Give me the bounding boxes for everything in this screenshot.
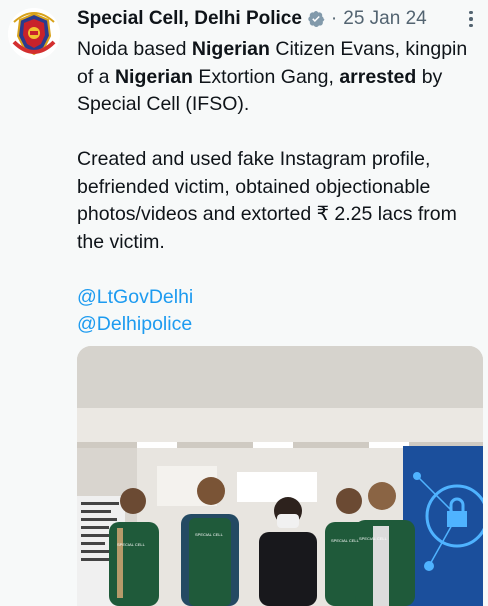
tweet-paragraph-2: Created and used fake Instagram profile,…	[77, 148, 457, 253]
tweet-text: Noida based Nigerian Citizen Evans, king…	[77, 36, 477, 339]
tweet-paragraph-1: Noida based Nigerian Citizen Evans, king…	[77, 38, 468, 115]
tweet-header: Special Cell, Delhi Police · 25 Jan 24	[77, 8, 480, 30]
verified-badge-icon[interactable]	[307, 10, 325, 28]
vest-label-3: SPECIAL CELL	[331, 538, 360, 543]
mention-ltgovdelhi[interactable]: @LtGovDelhi	[77, 284, 477, 312]
author-name[interactable]: Special Cell, Delhi Police	[77, 8, 302, 30]
vest-label-1: SPECIAL CELL	[117, 542, 146, 547]
mention-delhipolice[interactable]: @Delhipolice	[77, 311, 477, 339]
arrest-photo: SPECIAL CELL SPECIAL CELL SPECIAL CELL S…	[77, 346, 483, 606]
separator-dot: ·	[330, 8, 338, 29]
delhi-police-logo	[8, 8, 60, 60]
avatar[interactable]	[8, 8, 60, 60]
tweet-photo[interactable]: SPECIAL CELL SPECIAL CELL SPECIAL CELL S…	[77, 346, 483, 606]
tweet-date[interactable]: 25 Jan 24	[343, 8, 426, 30]
more-vertical-icon[interactable]	[462, 9, 480, 29]
vest-label-2: SPECIAL CELL	[195, 532, 224, 537]
vest-label-4: SPECIAL CELL	[359, 536, 388, 541]
